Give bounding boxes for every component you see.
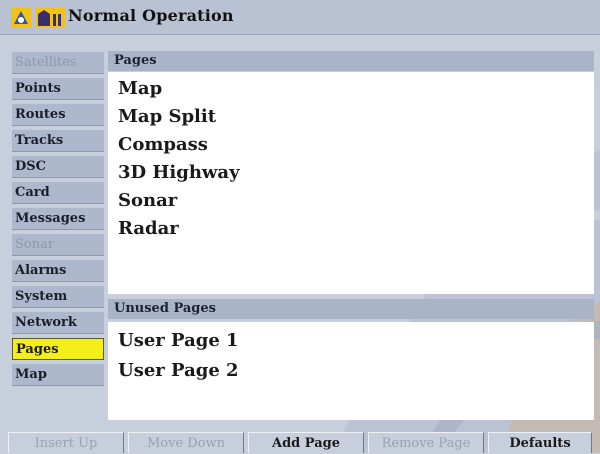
page-item-3d-highway[interactable]: 3D Highway xyxy=(118,162,240,183)
gps-app-icon xyxy=(11,8,31,28)
insert-up-button: Insert Up xyxy=(8,432,124,453)
page-item-compass[interactable]: Compass xyxy=(118,134,208,155)
sidebar: Satellites Points Routes Tracks DSC Card… xyxy=(12,52,104,422)
sidebar-item-tracks[interactable]: Tracks xyxy=(12,130,104,152)
sidebar-item-messages[interactable]: Messages xyxy=(12,208,104,230)
window-title: Normal Operation xyxy=(68,6,234,25)
sidebar-item-sonar: Sonar xyxy=(12,234,104,256)
sidebar-item-points[interactable]: Points xyxy=(12,78,104,100)
page-item-sonar[interactable]: Sonar xyxy=(118,190,177,211)
pages-panel-header: Pages xyxy=(108,51,594,71)
remove-page-button: Remove Page xyxy=(368,432,484,453)
sidebar-item-pages[interactable]: Pages xyxy=(12,338,104,360)
page-item-map[interactable]: Map xyxy=(118,78,162,99)
page-item-map-split[interactable]: Map Split xyxy=(118,106,216,127)
sidebar-item-routes[interactable]: Routes xyxy=(12,104,104,126)
sidebar-item-alarms[interactable]: Alarms xyxy=(12,260,104,282)
unused-pages-list: User Page 1 User Page 2 xyxy=(108,322,594,420)
normal-operation-mode-icon xyxy=(35,8,65,28)
unused-pages-panel-header: Unused Pages xyxy=(108,299,594,319)
sidebar-item-map[interactable]: Map xyxy=(12,364,104,386)
move-down-button: Move Down xyxy=(128,432,244,453)
sidebar-item-card[interactable]: Card xyxy=(12,182,104,204)
button-bar: Insert Up Move Down Add Page Remove Page… xyxy=(0,432,600,453)
sidebar-item-dsc[interactable]: DSC xyxy=(12,156,104,178)
sidebar-item-satellites: Satellites xyxy=(12,52,104,74)
sidebar-item-network[interactable]: Network xyxy=(12,312,104,334)
unused-page-item-2[interactable]: User Page 2 xyxy=(118,360,239,381)
page-item-radar[interactable]: Radar xyxy=(118,218,179,239)
unused-page-item-1[interactable]: User Page 1 xyxy=(118,330,239,351)
title-bar: Normal Operation xyxy=(0,0,600,35)
defaults-button[interactable]: Defaults xyxy=(488,432,592,453)
pages-list: Map Map Split Compass 3D Highway Sonar R… xyxy=(108,72,594,294)
add-page-button[interactable]: Add Page xyxy=(248,432,364,453)
sidebar-item-system[interactable]: System xyxy=(12,286,104,308)
